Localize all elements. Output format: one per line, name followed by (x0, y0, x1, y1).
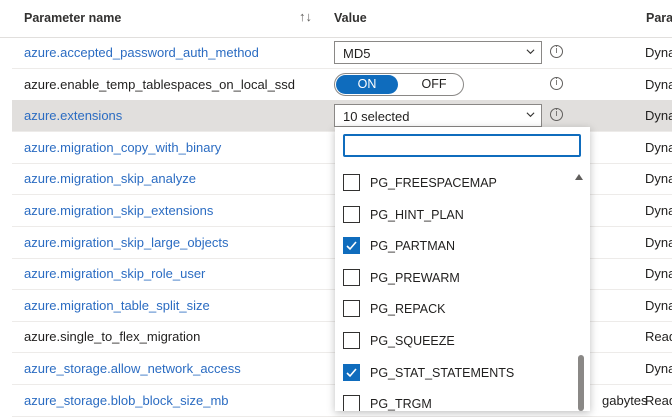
info-icon[interactable]: i (550, 108, 563, 122)
parameter-name-link[interactable]: azure.migration_table_split_size (24, 298, 210, 313)
extension-option[interactable]: PG_PREWARM (335, 263, 570, 295)
column-header-value: Value (334, 11, 367, 25)
extension-label: PG_REPACK (370, 302, 446, 317)
parameter-type: Dyna (645, 297, 672, 313)
info-icon[interactable]: i (550, 45, 563, 58)
column-header-type: Para (646, 11, 672, 25)
value-text: gabytes (602, 392, 648, 408)
table-row[interactable]: azure.accepted_password_auth_method MD5 i D… (12, 37, 672, 69)
parameter-name: azure.single_to_flex_migration (24, 329, 201, 345)
parameter-type: Dyna (645, 108, 672, 124)
extension-option[interactable]: PG_HINT_PLAN (335, 200, 570, 232)
sort-icon[interactable]: ↑↓ (299, 9, 312, 24)
chevron-down-icon (526, 49, 535, 55)
toggle-off[interactable]: OFF (405, 75, 463, 94)
extension-option[interactable]: PG_FREESPACEMAP (335, 168, 570, 200)
parameter-name-link[interactable]: azure_storage.allow_network_access (24, 361, 241, 376)
extension-checkbox[interactable] (343, 174, 360, 191)
extension-option[interactable]: PG_SQUEEZE (335, 326, 570, 358)
checkmark-icon (346, 241, 357, 251)
extension-option[interactable]: PG_PARTMAN (335, 231, 570, 263)
extension-checkbox[interactable] (343, 205, 360, 223)
value-select[interactable]: MD5 (334, 41, 542, 64)
parameter-name-link[interactable]: azure.migration_skip_analyze (24, 171, 196, 186)
extension-label: PG_PARTMAN (370, 239, 455, 254)
parameter-name-link[interactable]: azure.migration_skip_large_objects (24, 235, 229, 250)
extension-label: PG_HINT_PLAN (370, 207, 464, 222)
parameter-type: Dyna (645, 234, 672, 250)
parameter-name: azure.enable_temp_tablespaces_on_local_s… (24, 76, 296, 92)
extension-option[interactable]: PG_STAT_STATEMENTS (335, 358, 570, 390)
extensions-dropdown[interactable]: PG_FREESPACEMAP PG_HINT_PLAN PG_PARTMAN PG_… (335, 127, 590, 411)
parameter-name-link[interactable]: azure.migration_skip_extensions (24, 203, 213, 218)
parameter-type: Dyna (645, 266, 672, 282)
parameter-name-link[interactable]: azure_storage.blob_block_size_mb (24, 393, 229, 408)
parameter-type: Dyna (645, 203, 672, 218)
table-row[interactable]: azure.enable_temp_tablespaces_on_local_s… (12, 69, 672, 101)
extension-label: PG_TRGM (370, 397, 432, 411)
parameter-name-link[interactable]: azure.accepted_password_auth_method (24, 45, 259, 60)
extension-label: PG_PREWARM (370, 270, 460, 285)
extension-label: PG_FREESPACEMAP (370, 176, 497, 190)
extension-label: PG_SQUEEZE (370, 334, 455, 348)
parameter-type: Dyna (645, 139, 672, 155)
parameter-type: Dyna (645, 45, 672, 60)
select-value: 10 selected (343, 109, 410, 125)
extension-checkbox[interactable] (343, 268, 360, 286)
extension-checkbox[interactable] (343, 395, 360, 411)
extension-checkbox[interactable] (343, 237, 360, 255)
info-icon[interactable]: i (550, 76, 563, 90)
parameter-type: Dyna (645, 361, 672, 376)
scrollbar-thumb[interactable] (578, 355, 584, 411)
toggle-on[interactable]: ON (336, 74, 398, 94)
parameter-name-link[interactable]: azure.extensions (24, 108, 122, 123)
parameter-type: Dyna (645, 76, 672, 92)
scroll-up-arrow-icon[interactable] (575, 174, 583, 180)
parameter-type: Read (645, 329, 672, 345)
extensions-search-input[interactable] (343, 134, 581, 157)
parameter-name-link[interactable]: azure.migration_skip_role_user (24, 266, 205, 281)
parameter-name-link[interactable]: azure.migration_copy_with_binary (24, 140, 221, 155)
checkmark-icon (346, 368, 357, 377)
select-value: MD5 (343, 46, 371, 61)
value-select[interactable]: 10 selected (334, 104, 542, 128)
extension-label: PG_STAT_STATEMENTS (370, 365, 515, 380)
extension-option[interactable]: PG_TRGM (335, 389, 570, 411)
parameter-type: Dyna (645, 171, 672, 187)
extension-checkbox[interactable] (343, 332, 360, 349)
extension-checkbox[interactable] (343, 363, 360, 381)
extension-option[interactable]: PG_REPACK (335, 294, 570, 326)
extension-checkbox[interactable] (343, 300, 360, 318)
column-header-parameter-name[interactable]: Parameter name (24, 11, 121, 25)
parameter-type: Read (645, 392, 672, 408)
chevron-down-icon (526, 112, 535, 118)
table-header: Parameter name ↑↓ Value Para (0, 0, 672, 38)
on-off-toggle[interactable]: ON OFF (334, 72, 464, 96)
